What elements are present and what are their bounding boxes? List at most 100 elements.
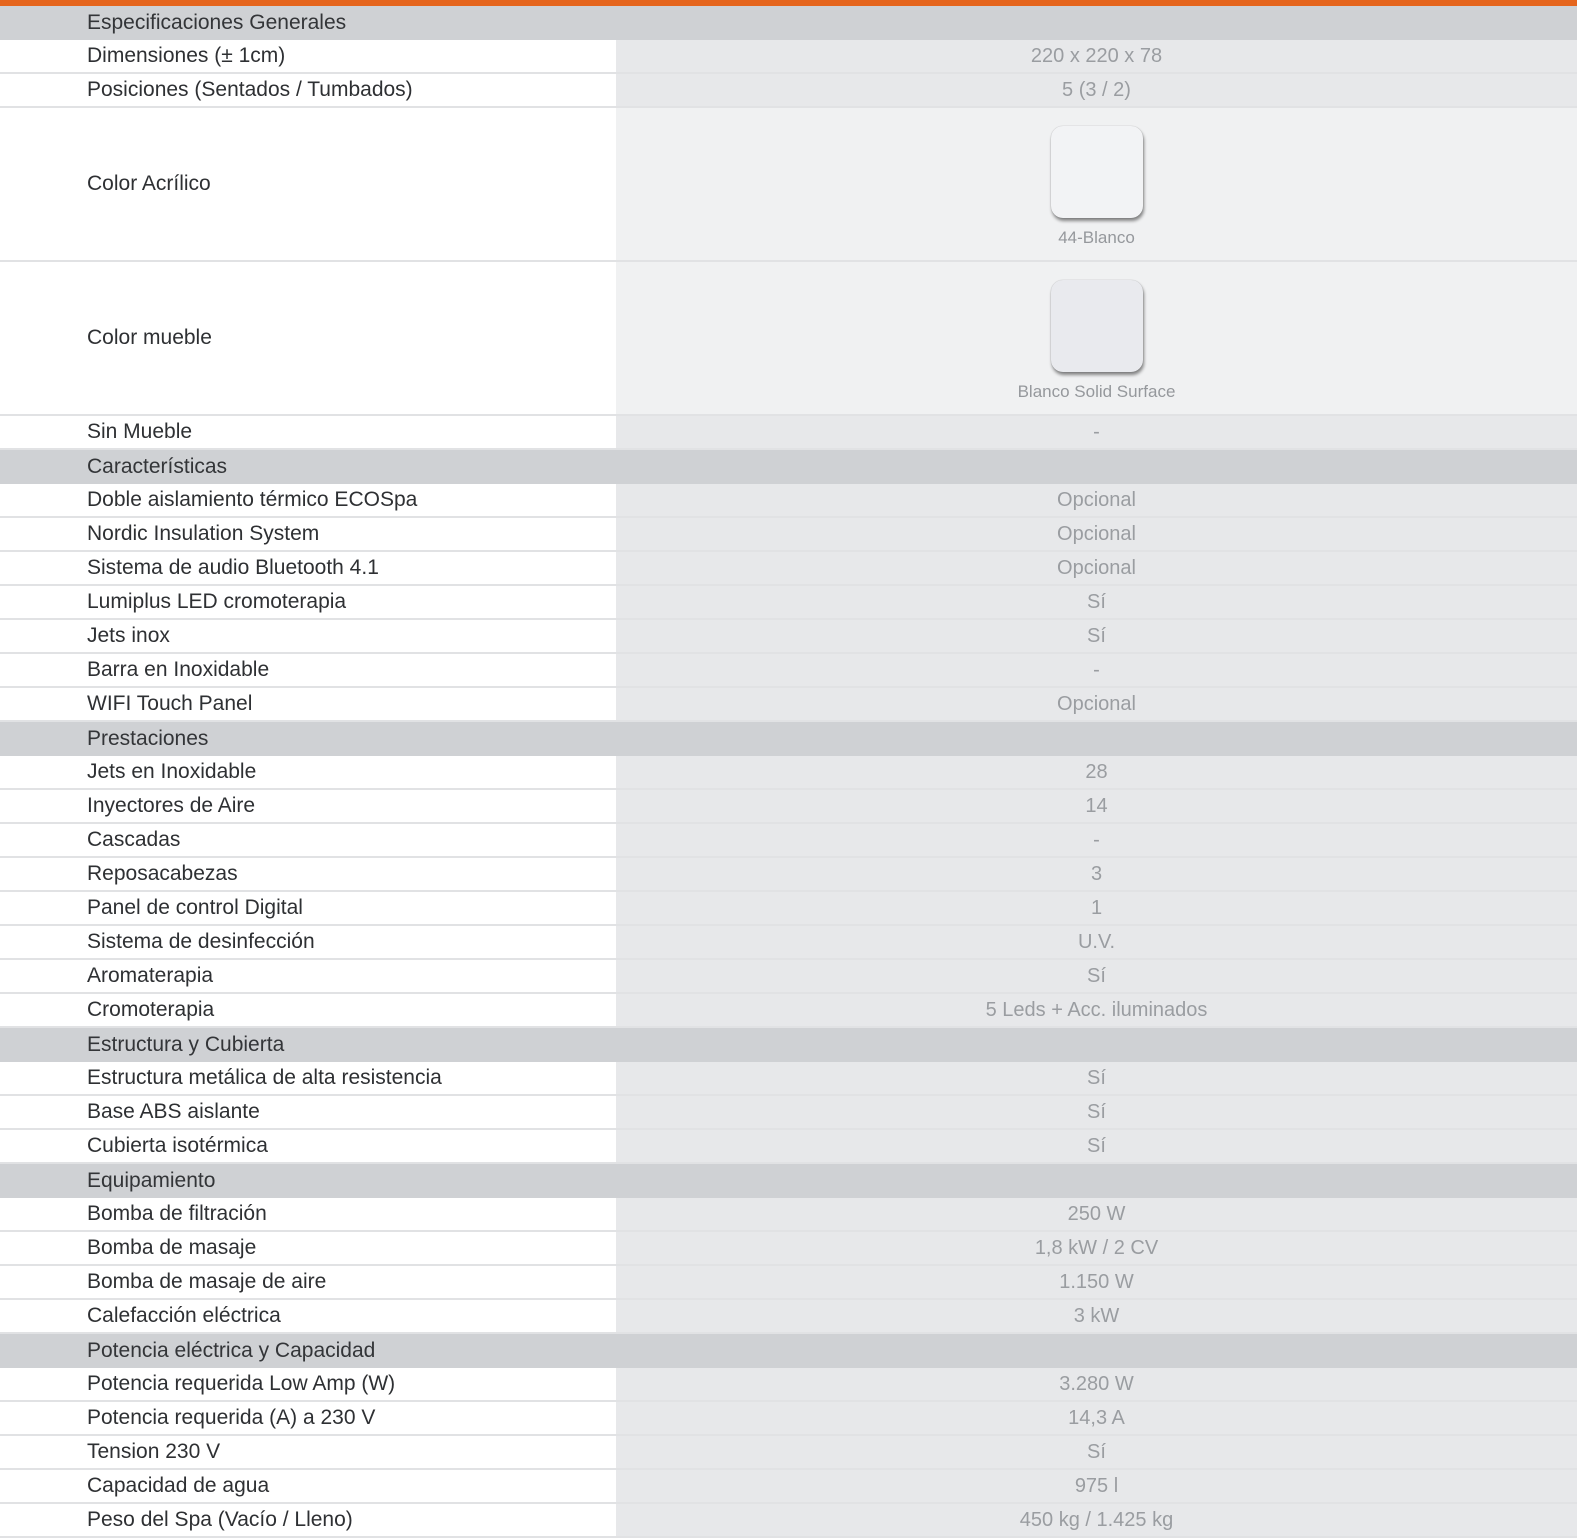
row-label: Jets en Inoxidable [0,756,616,788]
row-label: Potencia requerida Low Amp (W) [0,1368,616,1400]
row-label: Nordic Insulation System [0,518,616,550]
section-title: Potencia eléctrica y Capacidad [87,1339,376,1362]
row-value: 3 [616,858,1577,890]
section-title: Equipamiento [87,1169,216,1192]
row-value: Opcional [616,552,1577,584]
table-row: Cubierta isotérmica Sí [0,1130,1577,1164]
row-value: Sí [616,586,1577,618]
table-row: Lumiplus LED cromoterapia Sí [0,586,1577,620]
spec-table: Especificaciones Generales Dimensiones (… [0,6,1577,1538]
row-label: Color Acrílico [0,108,616,260]
row-value: 14,3 A [616,1402,1577,1434]
table-row: Inyectores de Aire 14 [0,790,1577,824]
row-label: Panel de control Digital [0,892,616,924]
row-value: 3 kW [616,1300,1577,1332]
swatch-caption: 44-Blanco [1058,228,1135,247]
section-header: Especificaciones Generales [0,6,1577,40]
row-value: Sí [616,1130,1577,1162]
row-value: Sí [616,1436,1577,1468]
row-label: Doble aislamiento térmico ECOSpa [0,484,616,516]
row-value: - [616,654,1577,686]
section-title: Especificaciones Generales [87,11,347,34]
table-row: Nordic Insulation System Opcional [0,518,1577,552]
row-value: 3.280 W [616,1368,1577,1400]
table-row: Bomba de filtración 250 W [0,1198,1577,1232]
row-label: Potencia requerida (A) a 230 V [0,1402,616,1434]
table-row: Cromoterapia 5 Leds + Acc. iluminados [0,994,1577,1028]
row-value: 5 (3 / 2) [616,74,1577,106]
table-row: Tension 230 V Sí [0,1436,1577,1470]
swatch-caption: Blanco Solid Surface [1017,382,1176,401]
table-row: Sistema de audio Bluetooth 4.1 Opcional [0,552,1577,586]
row-value: 5 Leds + Acc. iluminados [616,994,1577,1026]
table-row: Estructura metálica de alta resistencia … [0,1062,1577,1096]
table-row: Aromaterapia Sí [0,960,1577,994]
row-label: Calefacción eléctrica [0,1300,616,1332]
row-label: Capacidad de agua [0,1470,616,1502]
row-value: 1,8 kW / 2 CV [616,1232,1577,1264]
table-row: Cascadas - [0,824,1577,858]
row-label: Tension 230 V [0,1436,616,1468]
row-label: Barra en Inoxidable [0,654,616,686]
row-label: Base ABS aislante [0,1096,616,1128]
row-label: Bomba de filtración [0,1198,616,1230]
color-swatch-acrilico [1050,126,1143,218]
row-label: Bomba de masaje de aire [0,1266,616,1298]
row-value: 250 W [616,1198,1577,1230]
row-label: Sin Mueble [0,416,616,448]
table-row: Doble aislamiento térmico ECOSpa Opciona… [0,484,1577,518]
table-row: Dimensiones (± 1cm) 220 x 220 x 78 [0,40,1577,74]
row-value: - [616,416,1577,448]
row-value-swatch: 44-Blanco [616,108,1577,260]
row-label: Lumiplus LED cromoterapia [0,586,616,618]
table-row: Capacidad de agua 975 l [0,1470,1577,1504]
table-row: Potencia requerida (A) a 230 V 14,3 A [0,1402,1577,1436]
table-row: Reposacabezas 3 [0,858,1577,892]
table-row: Panel de control Digital 1 [0,892,1577,926]
table-row: Jets en Inoxidable 28 [0,756,1577,790]
row-value: Sí [616,1096,1577,1128]
row-label: Sistema de audio Bluetooth 4.1 [0,552,616,584]
row-label: Cascadas [0,824,616,856]
table-row: Potencia requerida Low Amp (W) 3.280 W [0,1368,1577,1402]
table-row: Jets inox Sí [0,620,1577,654]
row-label: Aromaterapia [0,960,616,992]
row-label: Reposacabezas [0,858,616,890]
row-label: Cromoterapia [0,994,616,1026]
table-row: WIFI Touch Panel Opcional [0,688,1577,722]
row-label: Jets inox [0,620,616,652]
table-row: Bomba de masaje de aire 1.150 W [0,1266,1577,1300]
section-header: Características [0,450,1577,484]
section-header: Equipamiento [0,1164,1577,1198]
row-value: Sí [616,960,1577,992]
row-label: Bomba de masaje [0,1232,616,1264]
color-swatch-mueble [1050,280,1143,372]
row-value: U.V. [616,926,1577,958]
section-header: Estructura y Cubierta [0,1028,1577,1062]
row-label: Estructura metálica de alta resistencia [0,1062,616,1094]
row-value: 28 [616,756,1577,788]
row-label: Dimensiones (± 1cm) [0,40,616,72]
table-row: Barra en Inoxidable - [0,654,1577,688]
table-row-color-acrilico: Color Acrílico 44-Blanco [0,108,1577,262]
row-value: 14 [616,790,1577,822]
section-title: Características [87,455,228,478]
row-value: Sí [616,620,1577,652]
row-value: Opcional [616,688,1577,720]
row-label: Peso del Spa (Vacío / Lleno) [0,1504,616,1536]
table-row: Posiciones (Sentados / Tumbados) 5 (3 / … [0,74,1577,108]
row-value: 450 kg / 1.425 kg [616,1504,1577,1536]
row-value: 975 l [616,1470,1577,1502]
section-header: Potencia eléctrica y Capacidad [0,1334,1577,1368]
section-title: Prestaciones [87,727,209,750]
row-label: Cubierta isotérmica [0,1130,616,1162]
section-title: Estructura y Cubierta [87,1033,285,1056]
row-label: Sistema de desinfección [0,926,616,958]
table-row-color-mueble: Color mueble Blanco Solid Surface [0,262,1577,416]
row-value: 1.150 W [616,1266,1577,1298]
table-row: Calefacción eléctrica 3 kW [0,1300,1577,1334]
row-value-swatch: Blanco Solid Surface [616,262,1577,414]
row-value: Opcional [616,518,1577,550]
table-row: Sin Mueble - [0,416,1577,450]
row-label: Posiciones (Sentados / Tumbados) [0,74,616,106]
